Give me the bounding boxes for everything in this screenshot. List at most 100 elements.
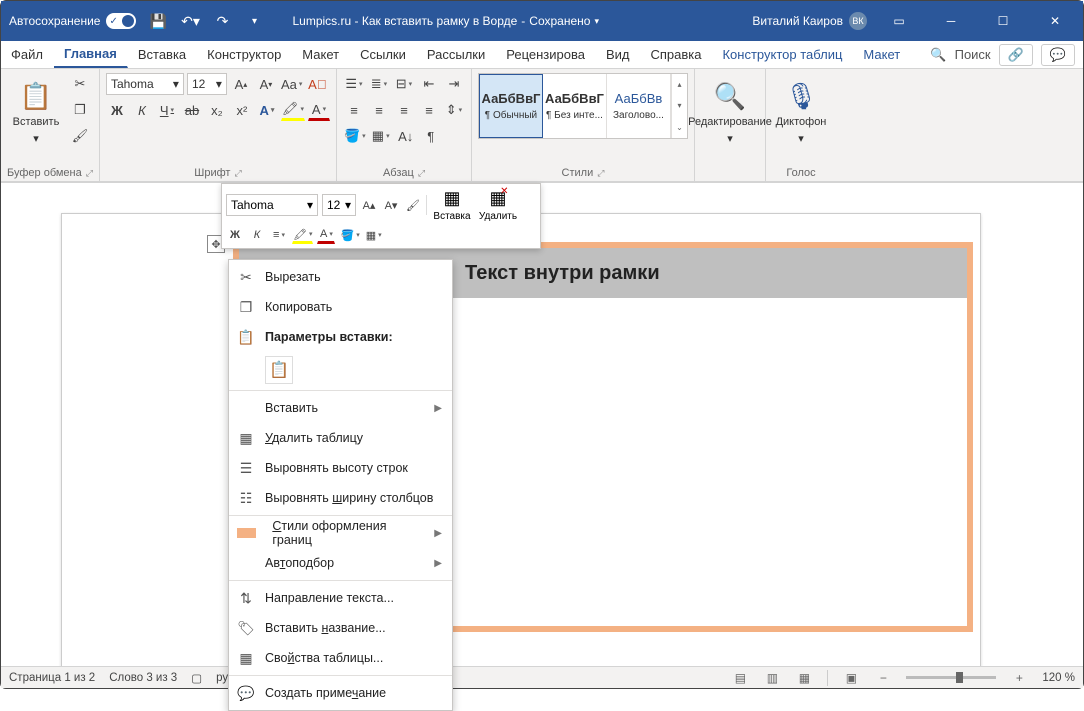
editing-button[interactable]: 🔍 Редактирование ▾: [701, 73, 759, 153]
paste-button[interactable]: 📋 Вставить ▾: [7, 73, 65, 153]
tab-home[interactable]: Главная: [54, 41, 128, 68]
comments-button[interactable]: 💬: [1041, 44, 1075, 66]
mini-highlight-icon[interactable]: 🖍▾: [292, 226, 313, 244]
styles-gallery[interactable]: АаБбВвГ¶ Обычный АаБбВвГ¶ Без инте... Аа…: [478, 73, 688, 139]
zoom-slider[interactable]: [906, 676, 996, 679]
menu-border-styles[interactable]: Стили оформления границ▶: [229, 518, 452, 548]
ribbon-display-options-icon[interactable]: ▭: [879, 6, 919, 36]
paste-keep-text-icon[interactable]: 📋: [265, 356, 293, 384]
menu-insert-caption[interactable]: 🏷Вставить название...: [229, 613, 452, 643]
redo-icon[interactable]: ↷: [212, 11, 232, 31]
qat-customize-icon[interactable]: ▾: [244, 11, 264, 31]
highlight-icon[interactable]: 🖍▾: [281, 99, 305, 121]
shading-icon[interactable]: 🪣▾: [343, 125, 367, 147]
mini-format-painter-icon[interactable]: 🖌: [404, 196, 422, 214]
text-effects-icon[interactable]: A▾: [256, 99, 278, 121]
menu-table-properties[interactable]: ▦Свойства таблицы...: [229, 643, 452, 673]
mini-font-color-icon[interactable]: A▾: [317, 226, 335, 244]
mini-shading-icon[interactable]: 🪣▾: [339, 226, 360, 244]
tab-table-layout[interactable]: Макет: [853, 41, 911, 68]
font-color-icon[interactable]: A▾: [308, 99, 330, 121]
zoom-out-icon[interactable]: −: [874, 670, 892, 686]
tab-table-design[interactable]: Конструктор таблиц: [712, 41, 853, 68]
justify-icon[interactable]: ≡: [418, 99, 440, 121]
minimize-icon[interactable]: ─: [931, 6, 971, 36]
shrink-font-icon[interactable]: A▾: [255, 73, 277, 95]
close-icon[interactable]: ✕: [1035, 6, 1075, 36]
mini-align-icon[interactable]: ≡▾: [270, 226, 288, 244]
print-layout-icon[interactable]: ▥: [763, 670, 781, 686]
menu-distribute-rows[interactable]: ☰Выровнять высоту строк: [229, 453, 452, 483]
menu-copy[interactable]: ❐Копировать: [229, 292, 452, 322]
bullets-icon[interactable]: ☰▾: [343, 73, 365, 95]
numbering-icon[interactable]: ≣▾: [368, 73, 390, 95]
tab-design[interactable]: Конструктор: [197, 41, 292, 68]
increase-indent-icon[interactable]: ⇥: [443, 73, 465, 95]
menu-text-direction[interactable]: ⇅Направление текста...: [229, 583, 452, 613]
focus-mode-icon[interactable]: ▣: [842, 670, 860, 686]
multilevel-list-icon[interactable]: ⊟▾: [393, 73, 415, 95]
tab-review[interactable]: Рецензирова: [496, 41, 596, 68]
superscript-button[interactable]: x²: [231, 99, 253, 121]
bold-button[interactable]: Ж: [106, 99, 128, 121]
share-button[interactable]: 🔗: [999, 44, 1033, 66]
autosave-toggle[interactable]: Автосохранение: [9, 13, 136, 29]
mini-insert-button[interactable]: ▦Вставка: [431, 188, 473, 222]
mini-bold-button[interactable]: Ж: [226, 226, 244, 244]
zoom-level[interactable]: 120 %: [1042, 672, 1075, 684]
undo-icon[interactable]: ↶▾: [180, 11, 200, 31]
search-icon[interactable]: 🔍: [930, 47, 946, 63]
underline-button[interactable]: Ч▾: [156, 99, 178, 121]
style-no-spacing[interactable]: АаБбВвГ¶ Без инте...: [543, 74, 607, 138]
mini-size-combo[interactable]: 12▾: [322, 194, 356, 216]
tab-view[interactable]: Вид: [596, 41, 641, 68]
status-words[interactable]: Слово 3 из 3: [109, 672, 177, 684]
subscript-button[interactable]: x₂: [206, 99, 228, 121]
menu-distribute-cols[interactable]: ☷Выровнять ширину столбцов: [229, 483, 452, 513]
tab-references[interactable]: Ссылки: [350, 41, 417, 68]
mini-shrink-font-icon[interactable]: A▾: [382, 196, 400, 214]
read-mode-icon[interactable]: ▤: [731, 670, 749, 686]
menu-autofit[interactable]: Автоподбор▶: [229, 548, 452, 578]
align-center-icon[interactable]: ≡: [368, 99, 390, 121]
style-heading1[interactable]: АаБбВвЗаголово...: [607, 74, 671, 138]
mini-grow-font-icon[interactable]: A▴: [360, 196, 378, 214]
tab-file[interactable]: Файл: [1, 41, 54, 68]
mini-font-combo[interactable]: Tahoma▾: [226, 194, 318, 216]
line-spacing-icon[interactable]: ⇕▾: [443, 99, 465, 121]
mini-borders-icon[interactable]: ▦▾: [365, 226, 383, 244]
menu-insert[interactable]: Вставить▶: [229, 393, 452, 423]
copy-icon[interactable]: ❐: [69, 99, 91, 121]
clear-formatting-icon[interactable]: A⃠: [306, 73, 328, 95]
borders-icon[interactable]: ▦▾: [370, 125, 392, 147]
change-case-icon[interactable]: Aa▾: [280, 73, 303, 95]
grow-font-icon[interactable]: A▴: [230, 73, 252, 95]
mini-delete-button[interactable]: ▦✕Удалить: [477, 188, 519, 222]
strikethrough-button[interactable]: ab: [181, 99, 203, 121]
dictate-button[interactable]: 🎙 Диктофон ▾: [772, 73, 830, 153]
cut-icon[interactable]: ✂: [69, 73, 91, 95]
styles-more-icon[interactable]: ▴▾⌄: [671, 74, 687, 138]
status-page[interactable]: Страница 1 из 2: [9, 672, 95, 684]
tab-layout[interactable]: Макет: [292, 41, 350, 68]
toggle-switch-icon[interactable]: [106, 13, 136, 29]
menu-new-comment[interactable]: 💬Создать примечание: [229, 678, 452, 708]
sort-icon[interactable]: A↓: [395, 125, 417, 147]
account-button[interactable]: Виталий Каиров ВК: [752, 12, 867, 30]
format-painter-icon[interactable]: 🖌: [69, 125, 91, 147]
status-lang-icon[interactable]: ▢: [191, 671, 202, 685]
style-normal[interactable]: АаБбВвГ¶ Обычный: [479, 74, 543, 138]
menu-cut[interactable]: ✂Вырезать: [229, 262, 452, 292]
font-size-combo[interactable]: 12▾: [187, 73, 227, 95]
decrease-indent-icon[interactable]: ⇤: [418, 73, 440, 95]
menu-delete-table[interactable]: ▦Удалить таблицу: [229, 423, 452, 453]
tab-mailings[interactable]: Рассылки: [417, 41, 496, 68]
tab-help[interactable]: Справка: [640, 41, 712, 68]
align-left-icon[interactable]: ≡: [343, 99, 365, 121]
zoom-in-icon[interactable]: +: [1010, 670, 1028, 686]
tab-insert[interactable]: Вставка: [128, 41, 197, 68]
mini-italic-button[interactable]: К: [248, 226, 266, 244]
font-name-combo[interactable]: Tahoma▾: [106, 73, 184, 95]
italic-button[interactable]: К: [131, 99, 153, 121]
web-layout-icon[interactable]: ▦: [795, 670, 813, 686]
